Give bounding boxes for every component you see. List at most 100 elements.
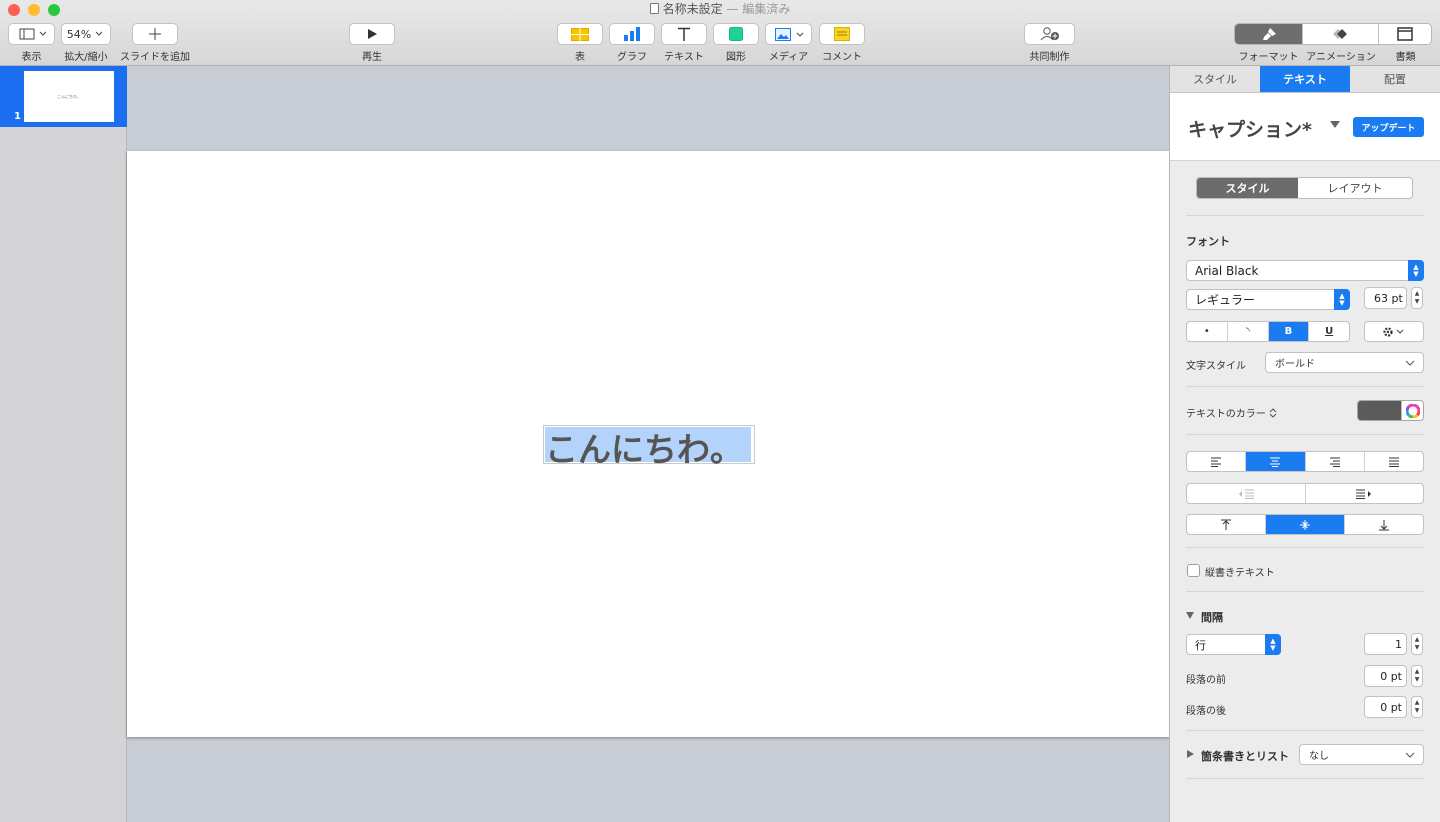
font-size-field[interactable]: 63 pt [1364, 287, 1407, 309]
update-style-button[interactable]: アップデート [1353, 117, 1424, 137]
align-justify-icon [1388, 457, 1399, 467]
font-family-select[interactable]: Arial Black ▲ ▼ [1186, 260, 1424, 281]
line-spacing-value: 1 [1395, 637, 1402, 651]
text-color-swatch[interactable] [1358, 401, 1401, 420]
animate-label: アニメーション [1306, 52, 1376, 63]
divider [1186, 386, 1424, 387]
document-button[interactable] [1378, 24, 1431, 44]
subtab-layout[interactable]: レイアウト [1298, 178, 1412, 198]
space-after-stepper[interactable]: ▲ ▼ [1411, 696, 1423, 718]
font-family-value: Arial Black [1195, 263, 1259, 278]
animate-button[interactable] [1303, 24, 1379, 44]
collaborate-button[interactable] [1024, 23, 1075, 45]
spacing-mode-value: 行 [1195, 638, 1206, 652]
inspector-toggle-group [1234, 23, 1432, 45]
play-button[interactable] [349, 23, 395, 45]
paragraph-style-dropdown-icon[interactable] [1330, 121, 1340, 128]
space-after-field[interactable]: 0 pt [1364, 696, 1407, 718]
divider [1186, 434, 1424, 435]
line-spacing-stepper[interactable]: ▲ ▼ [1411, 633, 1423, 655]
disclosure-triangle-open-icon[interactable] [1186, 612, 1194, 619]
vertical-alignment-buttons [1186, 514, 1424, 535]
font-typeface-select[interactable]: レギュラー ▲ ▼ [1186, 289, 1350, 310]
shape-label: 図形 [726, 52, 746, 63]
format-button[interactable] [1235, 24, 1304, 44]
slide-number: 1 [14, 111, 21, 122]
font-heading: フォント [1186, 235, 1230, 248]
chevron-down-icon [1405, 752, 1415, 758]
tab-style[interactable]: スタイル [1170, 66, 1260, 92]
text-button[interactable] [661, 23, 707, 45]
underline-button[interactable]: U [1309, 322, 1349, 341]
document-icon [649, 3, 659, 14]
align-top-icon [1221, 519, 1231, 530]
tab-arrange[interactable]: 配置 [1350, 66, 1440, 92]
paragraph-style-name[interactable]: キャプション* [1188, 115, 1312, 142]
disclosure-triangle-closed-icon[interactable] [1187, 750, 1194, 758]
divider [1186, 591, 1424, 592]
subtab-style[interactable]: スタイル [1197, 178, 1298, 198]
document-label: 書類 [1395, 52, 1416, 63]
bold-button[interactable]: B [1268, 322, 1310, 341]
zoom-select[interactable]: 54% [61, 23, 111, 45]
chevron-down-icon [95, 31, 103, 36]
bullets-heading[interactable]: 箇条書きとリスト [1201, 748, 1289, 764]
bar-chart-icon [624, 27, 640, 41]
divider [1186, 778, 1424, 779]
space-after-value: 0 pt [1380, 700, 1402, 714]
align-bottom-button[interactable] [1345, 515, 1423, 534]
align-bottom-icon [1379, 519, 1389, 530]
align-justify-button[interactable] [1365, 452, 1423, 471]
comment-label: コメント [822, 52, 862, 63]
color-wheel-button[interactable] [1401, 401, 1423, 420]
align-center-icon [1270, 457, 1281, 467]
space-before-stepper[interactable]: ▲ ▼ [1411, 665, 1423, 687]
font-size-stepper[interactable]: ▲ ▼ [1411, 287, 1423, 309]
add-slide-button[interactable] [132, 23, 178, 45]
tab-text[interactable]: テキスト [1260, 66, 1350, 92]
align-center-button[interactable] [1246, 452, 1306, 471]
chart-button[interactable] [609, 23, 655, 45]
italic-format-button[interactable]: ◝ [1228, 322, 1269, 341]
color-wheel-icon [1405, 403, 1420, 418]
text-color-well[interactable] [1357, 400, 1424, 421]
inspector-tabs: スタイル テキスト 配置 [1170, 66, 1440, 93]
bullets-select[interactable]: なし [1299, 744, 1424, 765]
vertical-text-label: 縦書きテキスト [1205, 568, 1275, 579]
align-top-button[interactable] [1187, 515, 1266, 534]
align-middle-icon [1300, 519, 1310, 530]
slide-navigator [0, 66, 127, 822]
view-button[interactable] [8, 23, 55, 45]
bullet-format-button[interactable]: • [1187, 322, 1228, 341]
text-t-icon [678, 27, 690, 41]
character-style-value: ボールド [1275, 359, 1315, 370]
align-left-icon [1211, 457, 1222, 467]
increase-indent-button[interactable] [1306, 484, 1424, 503]
table-button[interactable] [557, 23, 603, 45]
comment-button[interactable] [819, 23, 865, 45]
advanced-text-options-button[interactable] [1364, 321, 1424, 342]
align-left-button[interactable] [1187, 452, 1247, 471]
align-right-button[interactable] [1306, 452, 1365, 471]
spacing-mode-select[interactable]: 行 ▲ ▼ [1186, 634, 1281, 655]
align-middle-button[interactable] [1266, 515, 1345, 534]
shape-square-icon [729, 27, 743, 41]
sidebar-view-icon [19, 28, 46, 40]
slide-text[interactable]: こんにちわ。 [545, 423, 743, 471]
text-format-buttons: • ◝ B U [1186, 321, 1350, 342]
space-before-label: 段落の前 [1186, 675, 1226, 686]
decrease-indent-icon [1238, 489, 1254, 499]
up-down-chevron-icon [1269, 408, 1277, 418]
chart-label: グラフ [617, 52, 647, 63]
line-spacing-field[interactable]: 1 [1364, 633, 1407, 655]
media-button[interactable] [765, 23, 812, 45]
shape-button[interactable] [713, 23, 759, 45]
character-style-select[interactable]: ボールド [1265, 352, 1424, 373]
spacing-heading[interactable]: 間隔 [1201, 609, 1223, 625]
divider [1186, 547, 1424, 548]
space-before-field[interactable]: 0 pt [1364, 665, 1407, 687]
vertical-text-checkbox[interactable] [1187, 564, 1200, 577]
play-icon [368, 29, 377, 39]
indent-buttons [1186, 483, 1424, 504]
decrease-indent-button[interactable] [1187, 484, 1306, 503]
